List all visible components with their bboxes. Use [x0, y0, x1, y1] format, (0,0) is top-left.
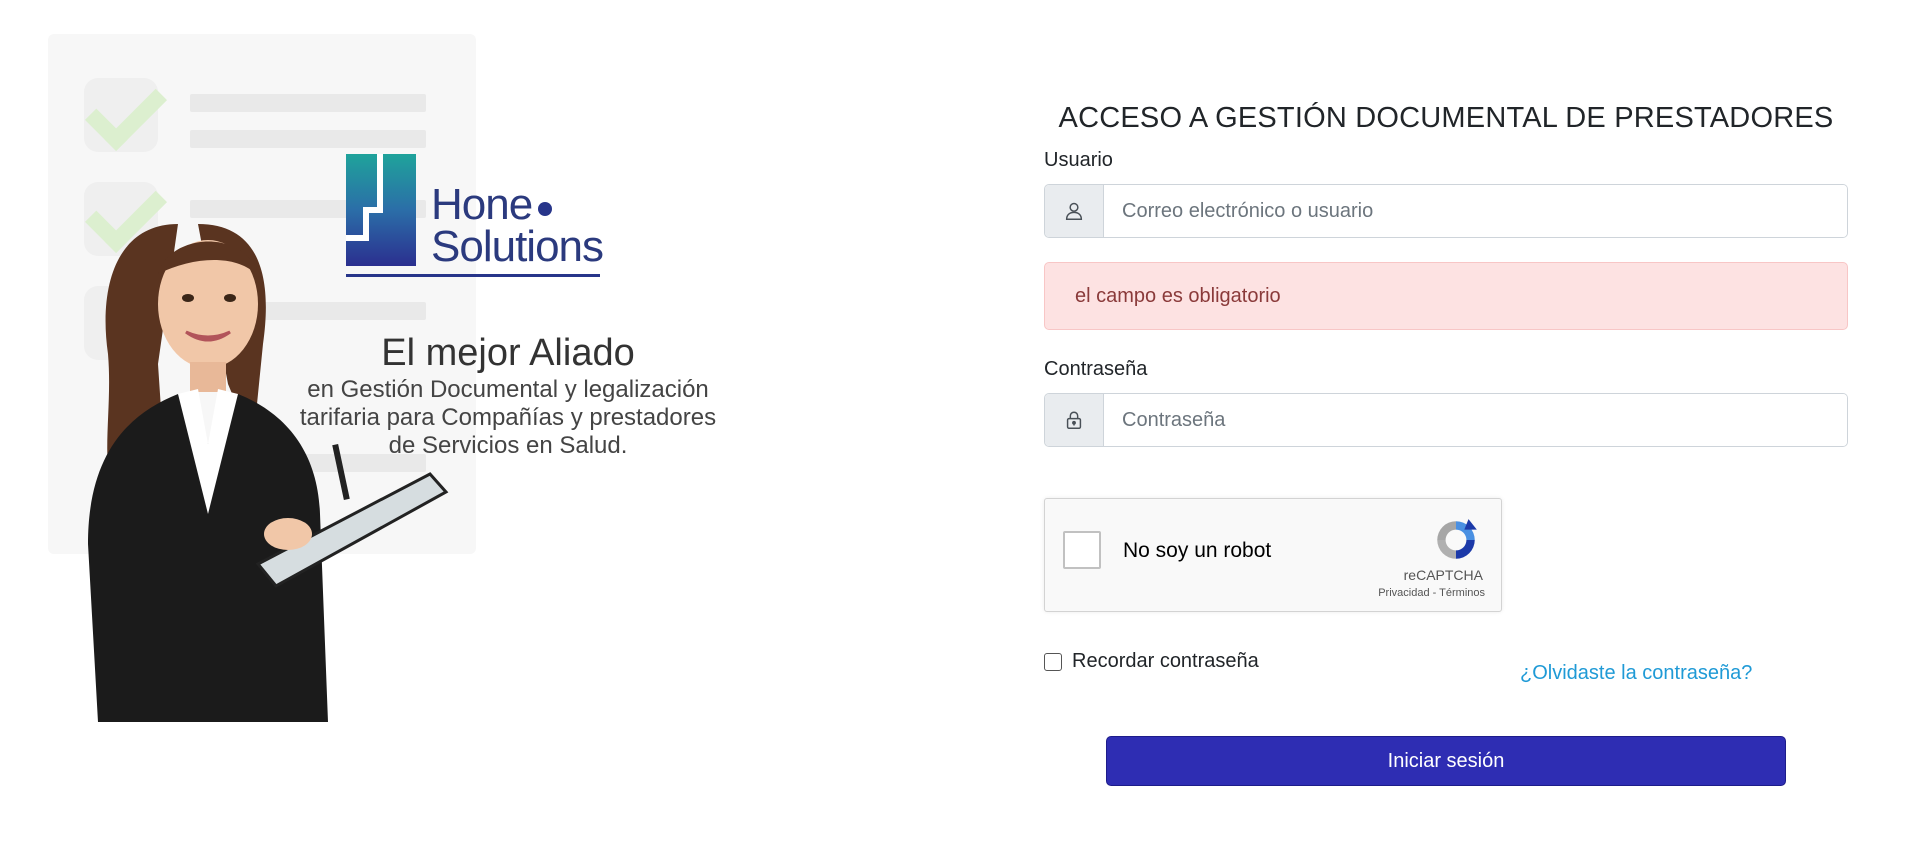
recaptcha-widget: No soy un robot reCAPTCHA Privacidad - T…	[1044, 498, 1502, 612]
username-input[interactable]	[1104, 185, 1847, 237]
recaptcha-checkbox[interactable]	[1063, 531, 1101, 569]
password-input[interactable]	[1104, 394, 1847, 446]
recaptcha-logo-icon	[1437, 519, 1477, 559]
promo-panel: Hone Solutions El mejor Aliado en Gestió…	[48, 34, 738, 724]
form-title: ACCESO A GESTIÓN DOCUMENTAL DE PRESTADOR…	[1058, 102, 1834, 134]
username-error-alert: el campo es obligatorio	[1044, 262, 1848, 330]
recaptcha-privacy-terms[interactable]: Privacidad - Términos	[1378, 587, 1485, 599]
password-label: Contraseña	[1044, 358, 1148, 380]
password-input-group	[1044, 393, 1848, 447]
logo-dot	[538, 202, 552, 216]
businesswoman-illustration	[88, 224, 449, 722]
login-form: ACCESO A GESTIÓN DOCUMENTAL DE PRESTADOR…	[1044, 96, 1848, 786]
remember-password-option[interactable]: Recordar contraseña	[1044, 650, 1259, 673]
user-icon	[1045, 185, 1104, 237]
checklist-line	[190, 130, 426, 148]
remember-password-label: Recordar contraseña	[1072, 650, 1259, 672]
forgot-password-link[interactable]: ¿Olvidaste la contraseña?	[1520, 662, 1752, 685]
lock-icon	[1045, 394, 1104, 446]
username-label: Usuario	[1044, 149, 1113, 171]
recaptcha-brand: reCAPTCHA	[1403, 567, 1483, 583]
checklist-line	[190, 94, 426, 112]
remember-password-checkbox[interactable]	[1044, 652, 1062, 671]
username-input-group	[1044, 184, 1848, 238]
recaptcha-label: No soy un robot	[1123, 539, 1272, 562]
login-button[interactable]: Iniciar sesión	[1106, 736, 1786, 786]
